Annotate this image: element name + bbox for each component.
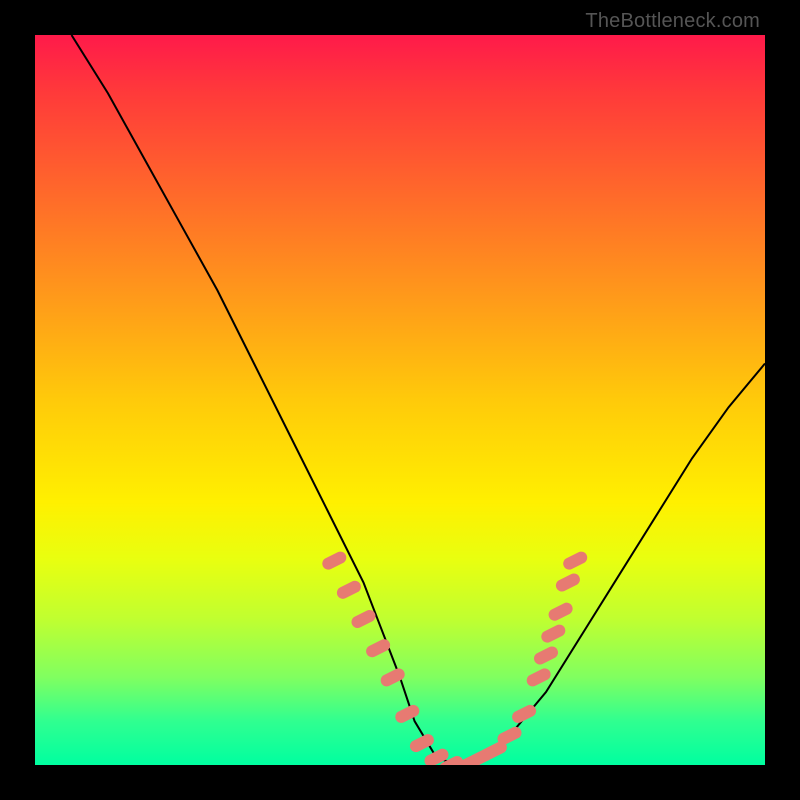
highlight-dot	[358, 616, 370, 622]
highlight-dot	[387, 674, 399, 680]
highlight-dot	[504, 733, 516, 739]
highlight-dot	[540, 653, 552, 659]
chart-svg-overlay	[35, 35, 765, 765]
highlight-dot	[489, 747, 501, 753]
curve-layer	[72, 35, 766, 765]
highlight-dot	[343, 587, 355, 593]
highlight-dot	[547, 631, 559, 637]
highlight-dot	[555, 609, 567, 615]
highlight-dot	[518, 711, 530, 717]
highlight-dot	[401, 711, 413, 717]
highlight-dot	[328, 558, 340, 564]
bottleneck-curve	[72, 35, 766, 765]
highlight-dot	[562, 580, 574, 586]
highlight-dot	[533, 674, 545, 680]
highlight-dot	[569, 558, 581, 564]
highlight-dot	[372, 645, 384, 651]
chart-plot-area	[35, 35, 765, 765]
highlight-dot	[431, 755, 443, 761]
highlight-dot	[416, 740, 428, 746]
watermark-text: TheBottleneck.com	[585, 10, 760, 33]
